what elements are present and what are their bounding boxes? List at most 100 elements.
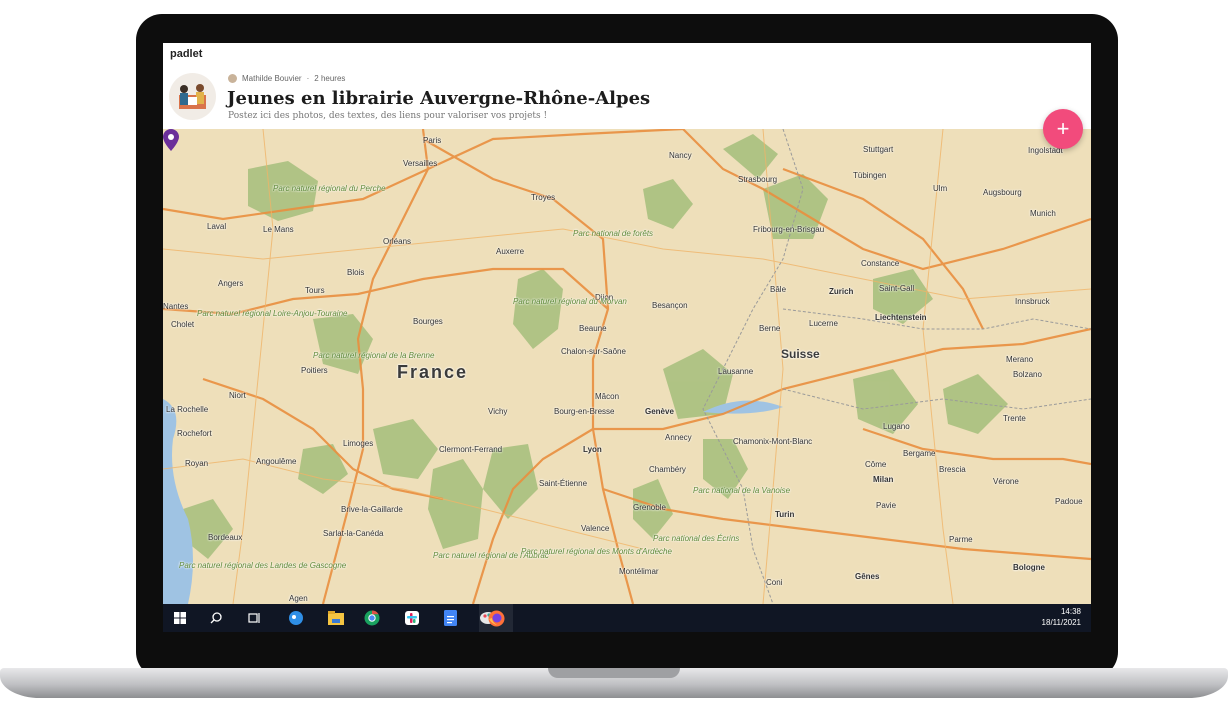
city-label: Mâcon (595, 392, 620, 401)
city-label: Orléans (383, 237, 412, 246)
city-label: Versailles (403, 159, 438, 168)
city-label: Vichy (488, 407, 508, 416)
laptop-notch (548, 668, 680, 678)
city-label: Coni (766, 578, 783, 587)
taskbar-clock[interactable]: 14:38 18/11/2021 (1042, 606, 1081, 628)
city-label: Zurich (829, 287, 854, 296)
city-label: Ulm (933, 184, 948, 193)
city-label: Montélimar (619, 567, 659, 576)
city-label: Vérone (993, 477, 1019, 486)
windows-taskbar: 14:38 18/11/2021 (163, 604, 1091, 632)
city-label: Troyes (531, 193, 556, 202)
city-label: Poitiers (301, 366, 328, 375)
city-label: Niort (229, 391, 246, 400)
search-icon[interactable] (207, 609, 225, 627)
city-label: Limoges (343, 439, 374, 448)
city-label: Valence (581, 524, 610, 533)
park-label: Parc national de forêts (573, 229, 654, 238)
messenger-app-icon[interactable] (287, 609, 305, 627)
city-label: Bâle (770, 285, 787, 294)
city-label: Auxerre (496, 247, 525, 256)
city-label: Annecy (665, 433, 692, 442)
slack-icon[interactable] (403, 609, 421, 627)
meta-dot: · (306, 74, 310, 83)
park-label: Parc naturel régional du Morvan (513, 297, 627, 306)
city-label: Padoue (1055, 497, 1083, 506)
add-post-button[interactable]: + (1043, 109, 1083, 149)
city-label: Bourges (413, 317, 443, 326)
map-pin-icon[interactable] (163, 129, 179, 151)
city-label: Rochefort (177, 429, 212, 438)
city-label: Laval (207, 222, 227, 231)
city-label: Strasbourg (738, 175, 778, 184)
city-label: Angers (218, 279, 244, 288)
city-label: Chambéry (649, 465, 686, 474)
city-label: Pavie (876, 501, 897, 510)
file-explorer-icon[interactable] (327, 609, 345, 627)
post-time: 2 heures (314, 74, 346, 83)
city-label: Nantes (163, 302, 189, 311)
city-label: Brive-la-Gaillarde (341, 505, 403, 514)
city-label: Besançon (652, 301, 688, 310)
country-label-france: France (397, 362, 469, 382)
park-label: Parc naturel régional des Monts d'Ardèch… (521, 547, 672, 556)
city-label: Merano (1006, 355, 1034, 364)
city-label: Innsbruck (1015, 297, 1050, 306)
city-label: Parme (949, 535, 973, 544)
city-label: Chalon-sur-Saône (561, 347, 626, 356)
city-label: Bolzano (1013, 370, 1042, 379)
clock-date: 18/11/2021 (1041, 618, 1081, 627)
city-label: Royan (185, 459, 209, 468)
city-label: Berne (759, 324, 781, 333)
board-title: Jeunes en librairie Auvergne-Rhône-Alpes (227, 88, 651, 109)
city-label: Lausanne (718, 367, 754, 376)
park-label: Parc naturel régional des Landes de Gasc… (179, 561, 347, 570)
city-label: Cholet (171, 320, 195, 329)
city-label: Fribourg-en-Brisgau (753, 225, 825, 234)
city-label: Genève (645, 407, 674, 416)
city-label: Gênes (855, 572, 880, 581)
map-view[interactable]: France Suisse Liechtenstein Paris Versai… (163, 129, 1091, 604)
author-avatar (228, 74, 237, 83)
country-label-liechtenstein: Liechtenstein (875, 313, 927, 322)
city-label: Saint-Étienne (539, 479, 588, 488)
city-label: Grenoble (633, 503, 666, 512)
city-label: Le Mans (263, 225, 294, 234)
park-label: Parc national des Écrins (653, 534, 740, 543)
city-label: Agen (289, 594, 308, 603)
city-label: La Rochelle (166, 405, 209, 414)
chrome-icon[interactable] (363, 609, 381, 627)
city-label: Bergame (903, 449, 936, 458)
city-label: Bordeaux (208, 533, 243, 542)
city-label: Stuttgart (863, 145, 894, 154)
city-label: Turin (775, 510, 795, 519)
city-label: Augsbourg (983, 188, 1022, 197)
city-label: Paris (423, 136, 442, 145)
city-label: Tübingen (853, 171, 887, 180)
board-subtitle: Postez ici des photos, des textes, des l… (228, 111, 548, 121)
city-label: Bourg-en-Bresse (554, 407, 615, 416)
post-meta: Mathilde Bouvier · 2 heures (228, 74, 345, 83)
city-label: Angoulême (256, 457, 297, 466)
padlet-header: padlet Mathilde Bouvier · 2 heures Jeune… (163, 43, 1091, 129)
city-label: Lucerne (809, 319, 838, 328)
city-label: Lugano (883, 422, 910, 431)
city-label: Beaune (579, 324, 607, 333)
windows-start-icon[interactable] (171, 609, 189, 627)
task-view-icon[interactable] (245, 609, 263, 627)
park-label: Parc national de la Vanoise (693, 486, 791, 495)
firefox-icon[interactable] (487, 609, 505, 627)
city-label: Blois (347, 268, 365, 277)
city-label: Milan (873, 475, 894, 484)
padlet-logo[interactable]: padlet (170, 48, 202, 60)
city-label: Saint-Gall (879, 284, 915, 293)
city-label: Constance (861, 259, 900, 268)
park-label: Parc naturel régional Loire-Anjou-Tourai… (197, 309, 348, 318)
docs-icon[interactable] (441, 609, 459, 627)
city-label: Chamonix-Mont-Blanc (733, 437, 813, 446)
park-label: Parc naturel régional du Perche (273, 184, 386, 193)
author-name[interactable]: Mathilde Bouvier (242, 74, 302, 83)
city-label: Clermont-Ferrand (439, 445, 503, 454)
screen: padlet Mathilde Bouvier · 2 heures Jeune… (163, 43, 1091, 632)
city-label: Côme (865, 460, 887, 469)
